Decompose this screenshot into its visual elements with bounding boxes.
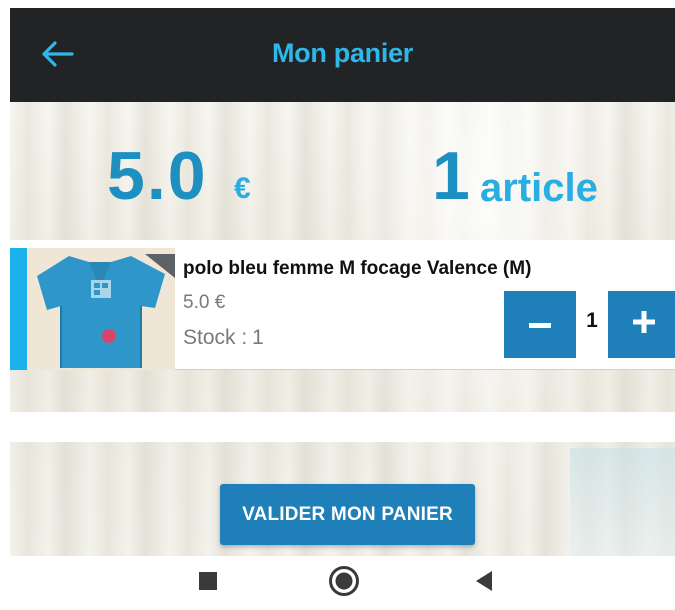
quantity-value: 1: [586, 309, 598, 332]
home-button[interactable]: [314, 556, 374, 610]
square-recents-icon: [198, 571, 218, 596]
app-bar: Mon panier: [10, 8, 675, 102]
minus-icon: [529, 316, 551, 334]
app-screen: Mon panier 5.0 € 1 article polo bleu fem…: [10, 8, 675, 556]
cart-article-label: article: [480, 166, 598, 210]
cart-item-name: polo bleu femme M focage Valence (M): [183, 258, 532, 279]
cart-item-accent-bar: [10, 248, 27, 370]
system-back-button[interactable]: [454, 556, 514, 610]
cart-item-stock-value: 1: [252, 326, 264, 349]
circle-home-icon: [328, 565, 360, 602]
cart-item-stock-label: Stock :: [183, 326, 248, 349]
increase-quantity-button[interactable]: [608, 291, 675, 358]
validate-cart-button[interactable]: VALIDER MON PANIER: [220, 484, 475, 545]
triangle-back-icon: [474, 570, 494, 597]
cart-item-price: 5.0 €: [183, 292, 226, 313]
page-title: Mon panier: [271, 38, 413, 68]
cart-total-currency: €: [234, 172, 251, 205]
background-window: [570, 448, 675, 556]
recents-button[interactable]: [178, 556, 238, 610]
section-divider: [10, 412, 675, 442]
decrease-quantity-button[interactable]: [504, 291, 576, 358]
cart-article-count: 1: [432, 138, 470, 214]
system-navigation-bar: [0, 556, 675, 610]
blue-polo-shirt-image: [27, 248, 175, 370]
plus-icon: [633, 311, 655, 338]
cart-total-amount: 5.0: [107, 138, 208, 214]
